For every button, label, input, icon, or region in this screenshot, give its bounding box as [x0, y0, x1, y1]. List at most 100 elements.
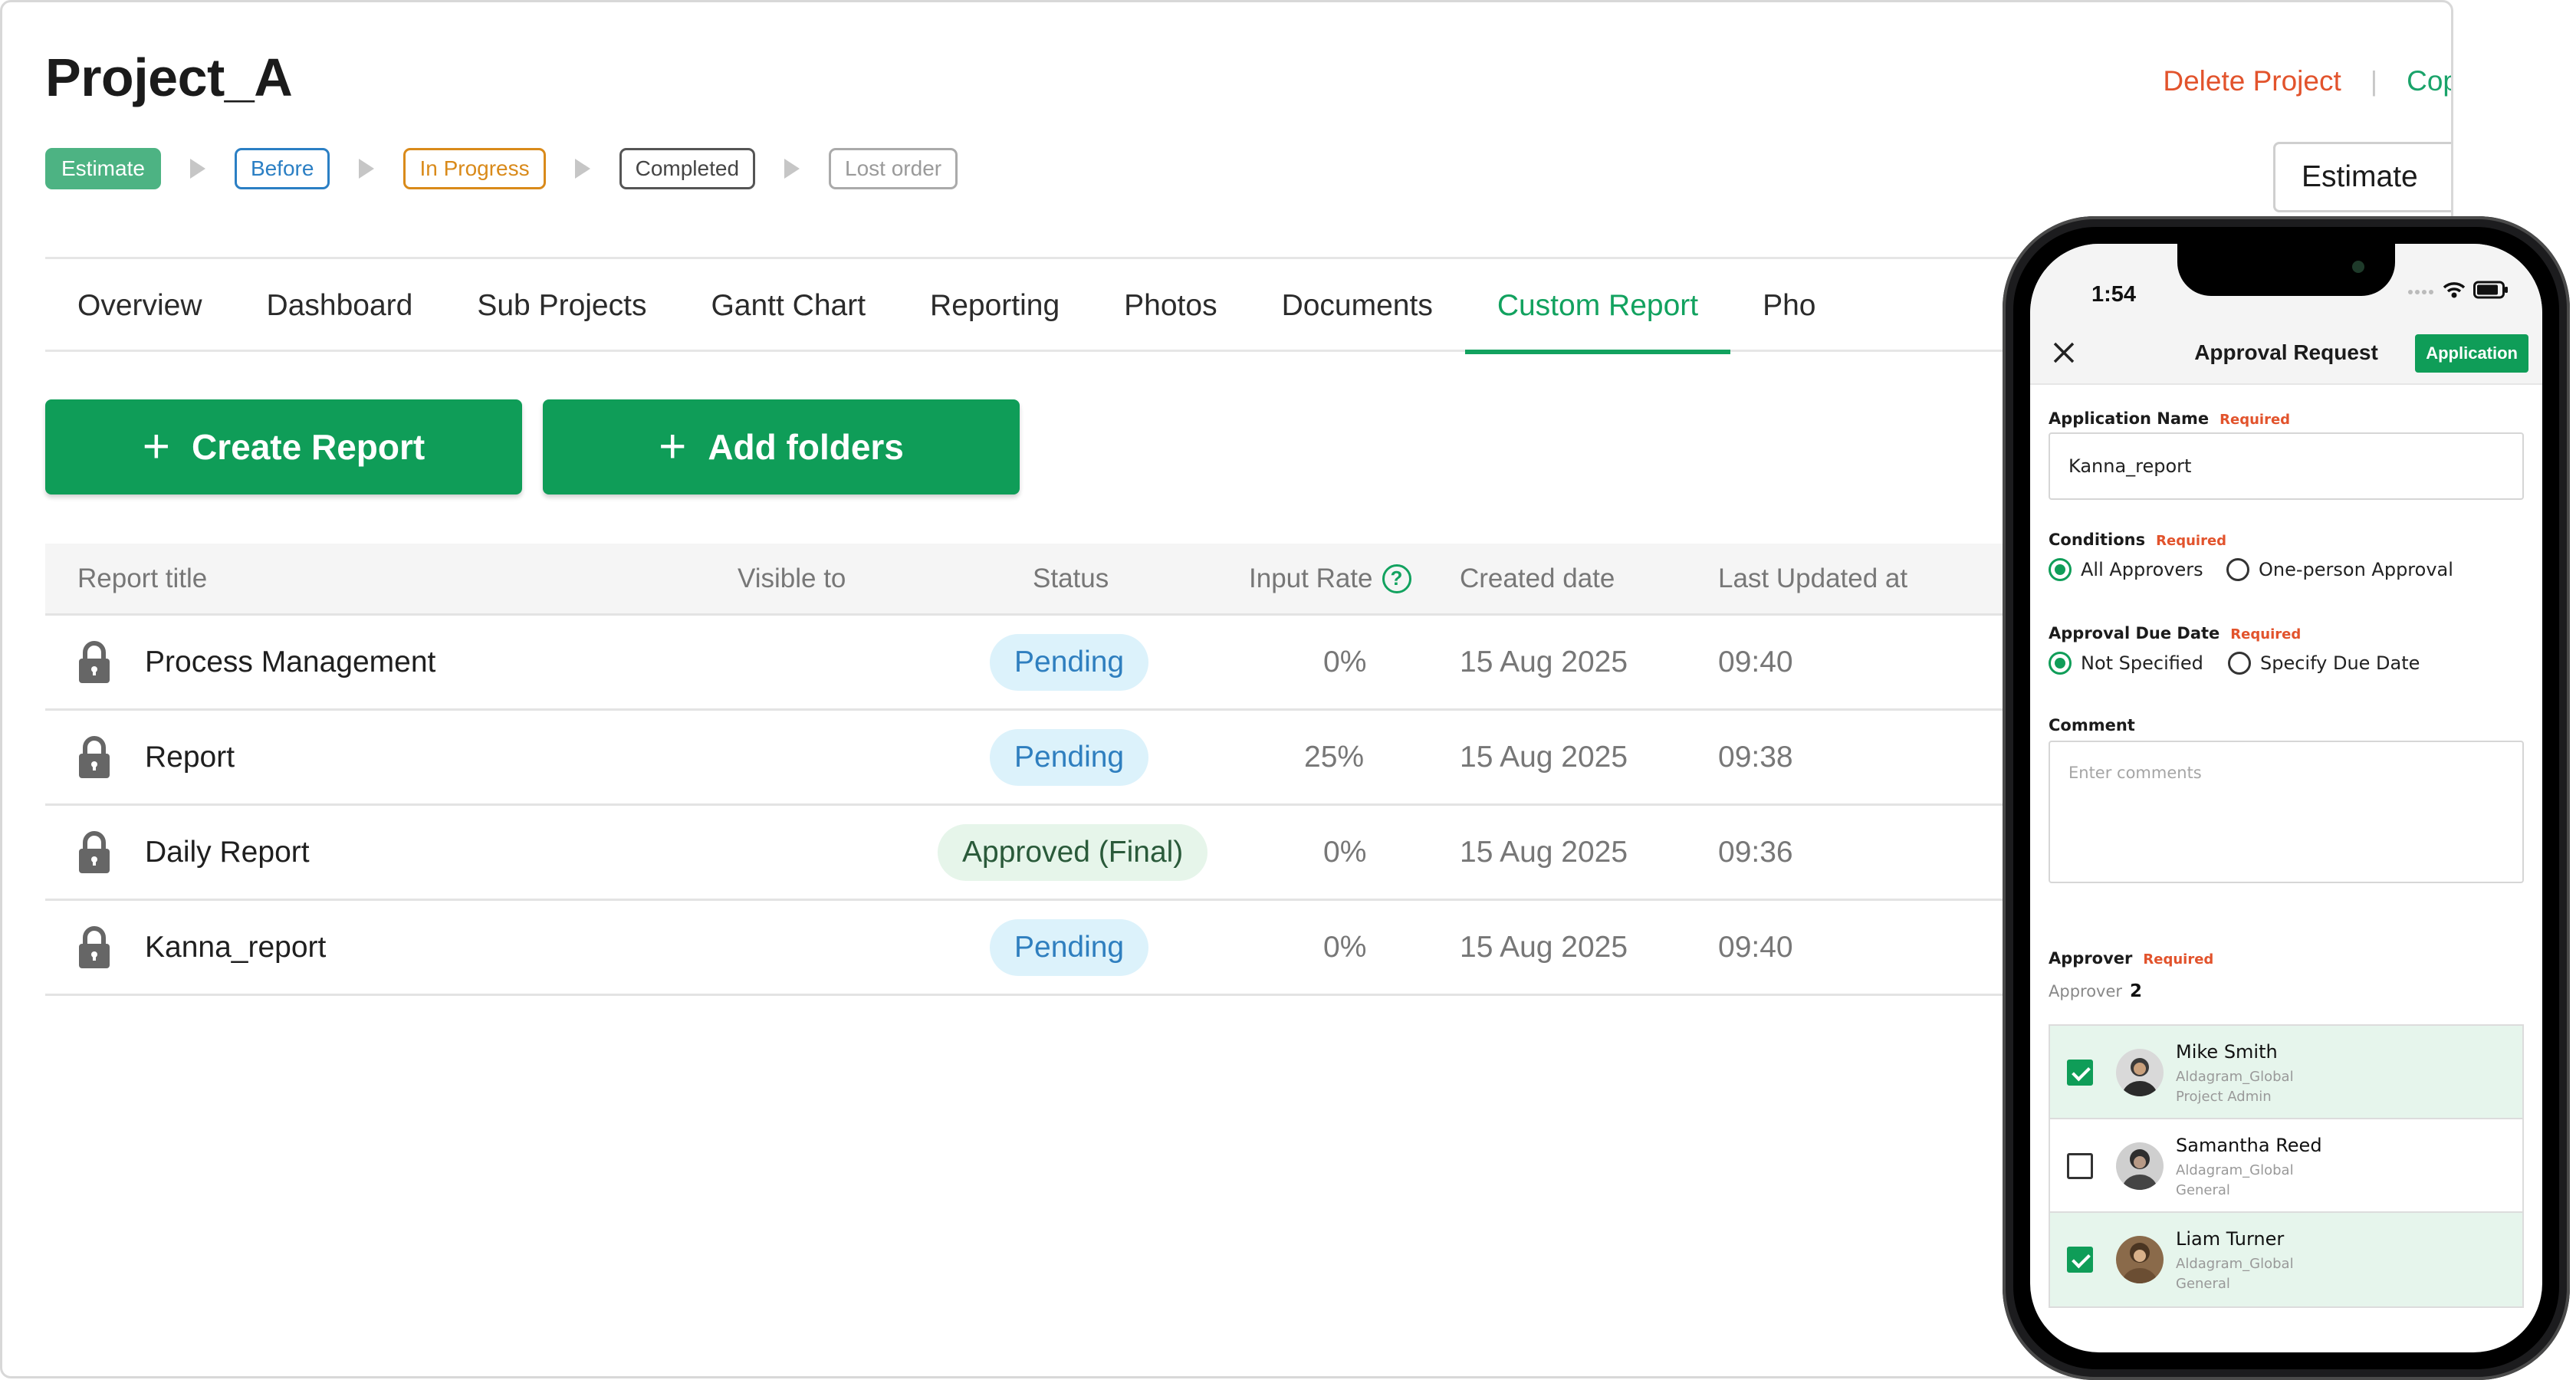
plus-icon: +	[659, 420, 687, 473]
label-text: Approver	[2049, 949, 2133, 968]
input-rate: 0%	[1323, 835, 1367, 869]
table-header: Report title Visible to Status Input Rat…	[45, 544, 2039, 616]
header-status[interactable]: Status	[1033, 564, 1109, 594]
table-row[interactable]: Report Pending 25% 15 Aug 2025 09:38	[45, 711, 2039, 806]
phone-frame: 1:54 Approval Request Application Applic…	[2003, 216, 2570, 1380]
input-rate: 0%	[1323, 930, 1367, 964]
tab-photos[interactable]: Photos	[1092, 259, 1249, 352]
estimate-button[interactable]: Estimate	[2273, 142, 2451, 212]
stage-lost-order[interactable]: Lost order	[829, 148, 958, 189]
comment-label: Comment	[2049, 716, 2135, 734]
approver-org: Aldagram_Global	[2176, 1069, 2294, 1085]
header-created-date[interactable]: Created date	[1460, 564, 1615, 594]
list-item[interactable]: Mike Smith Aldagram_Global Project Admin	[2050, 1026, 2522, 1119]
header-input-rate-label[interactable]: Input Rate	[1249, 564, 1373, 594]
stage-estimate[interactable]: Estimate	[45, 148, 161, 189]
status-badge: Approved (Final)	[938, 823, 1208, 881]
created-date: 15 Aug 2025	[1460, 740, 1628, 774]
last-updated: 09:38	[1718, 740, 1793, 774]
status-cell: Approved (Final)	[938, 806, 1208, 899]
report-table: Report title Visible to Status Input Rat…	[45, 544, 2039, 996]
radio-all-approvers[interactable]: All Approvers	[2049, 558, 2203, 581]
application-name-input[interactable]: Kanna_report	[2049, 432, 2524, 500]
status-time: 1:54	[2091, 282, 2137, 307]
table-row[interactable]: Process Management Pending 0% 15 Aug 202…	[45, 616, 2039, 711]
required-tag: Required	[2156, 533, 2227, 549]
signal-icon	[2408, 290, 2433, 294]
header-visible-to[interactable]: Visible to	[738, 564, 846, 594]
created-date: 15 Aug 2025	[1460, 835, 1628, 869]
battery-icon	[2473, 281, 2508, 299]
radio-label: All Approvers	[2081, 559, 2203, 580]
stage-arrow-icon	[784, 159, 800, 179]
approver-name: Samantha Reed	[2176, 1135, 2322, 1156]
input-rate: 0%	[1323, 645, 1367, 678]
page-title: Project_A	[45, 48, 293, 107]
lock-icon	[79, 926, 110, 968]
checkbox-checked-icon[interactable]	[2067, 1060, 2093, 1086]
tab-overview[interactable]: Overview	[45, 259, 235, 352]
tab-photos-2[interactable]: Pho	[1730, 259, 1848, 352]
label-text: Application Name	[2049, 409, 2210, 428]
radio-specify-due-date[interactable]: Specify Due Date	[2228, 652, 2420, 675]
report-title[interactable]: Daily Report	[145, 806, 310, 899]
radio-one-person[interactable]: One-person Approval	[2226, 558, 2453, 581]
table-row[interactable]: Kanna_report Pending 0% 15 Aug 2025 09:4…	[45, 901, 2039, 996]
phone-notch	[2177, 244, 2395, 296]
report-title[interactable]: Kanna_report	[145, 901, 326, 994]
copy-project-link[interactable]: Cop	[2407, 65, 2451, 97]
created-date: 15 Aug 2025	[1460, 930, 1628, 964]
status-cell: Pending	[990, 711, 1149, 803]
help-icon[interactable]: ?	[1382, 564, 1411, 593]
list-item[interactable]: Liam Turner Aldagram_Global General	[2050, 1213, 2522, 1306]
tab-reporting[interactable]: Reporting	[898, 259, 1092, 352]
lock-icon	[79, 641, 110, 683]
approver-count-label: Approver	[2049, 982, 2123, 1001]
tab-dashboard[interactable]: Dashboard	[235, 259, 445, 352]
report-title[interactable]: Report	[145, 711, 235, 803]
approver-role: General	[2176, 1182, 2230, 1198]
lock-icon	[79, 831, 110, 873]
checkbox-checked-icon[interactable]	[2067, 1247, 2093, 1273]
radio-label: Specify Due Date	[2260, 652, 2420, 674]
stage-progress: Estimate Before In Progress Completed Lo…	[45, 148, 958, 189]
list-item[interactable]: Samantha Reed Aldagram_Global General	[2050, 1119, 2522, 1213]
delete-project-link[interactable]: Delete Project	[2163, 65, 2341, 97]
header-last-updated[interactable]: Last Updated at	[1718, 564, 1907, 594]
required-tag: Required	[2220, 412, 2291, 428]
radio-selected-icon	[2049, 558, 2072, 581]
add-folders-button[interactable]: + Add folders	[543, 399, 1020, 495]
header-input-rate: Input Rate ?	[1249, 564, 1411, 594]
required-tag: Required	[2230, 626, 2302, 642]
avatar	[2116, 1049, 2164, 1096]
status-icons	[2407, 281, 2509, 299]
last-updated: 09:40	[1718, 645, 1793, 678]
create-report-button[interactable]: + Create Report	[45, 399, 522, 495]
radio-selected-icon	[2049, 652, 2072, 675]
application-button[interactable]: Application	[2415, 334, 2528, 373]
header-actions: Delete Project | Cop	[2163, 65, 2451, 97]
stage-completed[interactable]: Completed	[619, 148, 756, 189]
table-row[interactable]: Daily Report Approved (Final) 0% 15 Aug …	[45, 806, 2039, 901]
comment-textarea[interactable]: Enter comments	[2049, 741, 2524, 883]
status-badge: Pending	[990, 728, 1149, 786]
stage-before[interactable]: Before	[234, 148, 330, 189]
tab-gantt-chart[interactable]: Gantt Chart	[678, 259, 898, 352]
tab-custom-report[interactable]: Custom Report	[1464, 259, 1731, 354]
conditions-label: Conditions Required	[2049, 531, 2226, 549]
checkbox-empty-icon[interactable]	[2067, 1153, 2093, 1179]
approver-count-value: 2	[2130, 981, 2143, 1001]
report-title[interactable]: Process Management	[145, 616, 435, 708]
add-folders-label: Add folders	[708, 427, 904, 467]
approver-name: Mike Smith	[2176, 1041, 2278, 1063]
tab-sub-projects[interactable]: Sub Projects	[445, 259, 678, 352]
stage-arrow-icon	[359, 159, 375, 179]
approver-count: Approver 2	[2049, 981, 2142, 1001]
header-report-title[interactable]: Report title	[77, 564, 207, 594]
plus-icon: +	[142, 420, 170, 473]
stage-in-progress[interactable]: In Progress	[403, 148, 546, 189]
tab-documents[interactable]: Documents	[1250, 259, 1465, 352]
radio-not-specified[interactable]: Not Specified	[2049, 652, 2203, 675]
approver-role: Project Admin	[2176, 1089, 2272, 1105]
label-text: Conditions	[2049, 531, 2146, 549]
